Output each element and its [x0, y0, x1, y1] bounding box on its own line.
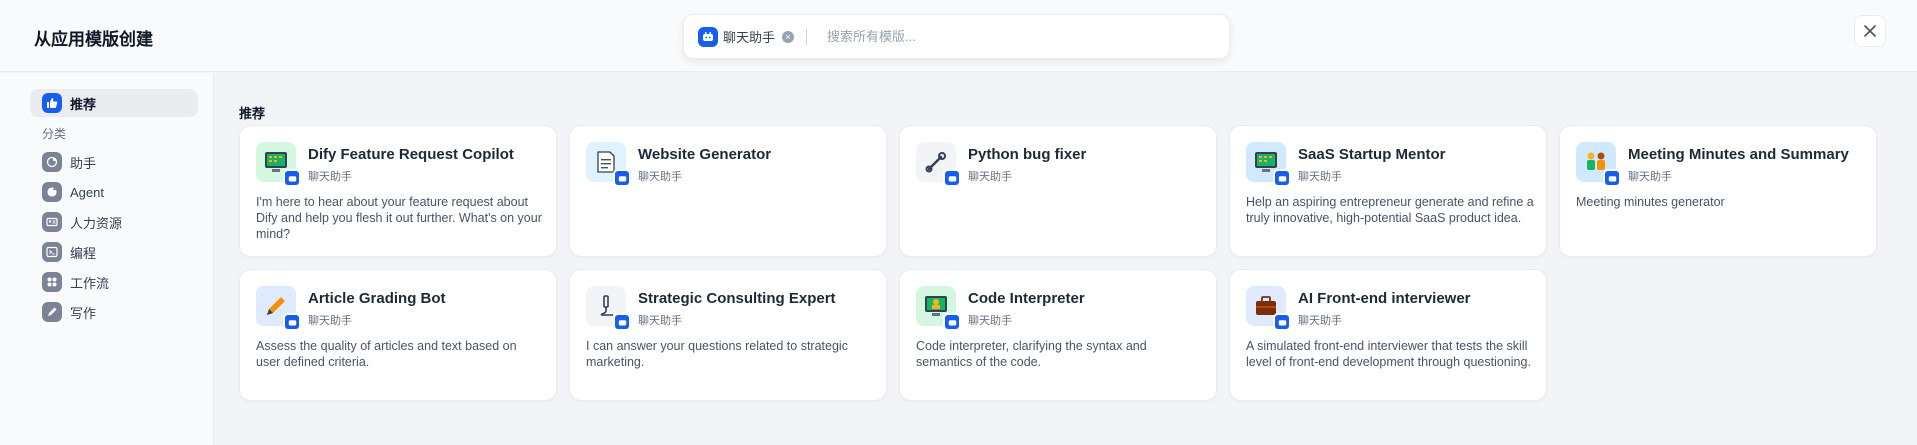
- sidebar-item-assistant[interactable]: 助手: [30, 148, 198, 176]
- template-card-dify-feature-request-copilot[interactable]: Dify Feature Request Copilot 聊天助手 I'm he…: [239, 125, 557, 257]
- card-title: Python bug fixer: [968, 146, 1087, 163]
- card-description: Help an aspiring entrepreneur generate a…: [1246, 195, 1534, 225]
- agent-icon: [42, 182, 62, 202]
- sidebar-item-agent[interactable]: Agent: [30, 178, 198, 206]
- template-card-strategic-consulting-expert[interactable]: Strategic Consulting Expert 聊天助手 I can a…: [569, 269, 887, 401]
- card-description: Assess the quality of articles and text …: [256, 339, 517, 369]
- category-section-label: 分类: [42, 127, 67, 141]
- sidebar-item-label: 写作: [70, 305, 97, 321]
- card-type: 聊天助手: [308, 315, 352, 327]
- card-title: Dify Feature Request Copilot: [308, 146, 514, 163]
- card-title: Strategic Consulting Expert: [638, 290, 836, 307]
- template-gallery: 推荐 Dify Feature Request Copilot 聊天助手 I'm…: [215, 73, 1917, 445]
- sidebar-item-recommended[interactable]: 推荐: [30, 89, 198, 117]
- card-title: Website Generator: [638, 146, 772, 163]
- section-title: 推荐: [239, 106, 266, 121]
- sidebar-item-label: 工作流: [70, 275, 110, 291]
- template-card-meeting-minutes[interactable]: Meeting Minutes and Summary 聊天助手 Meeting…: [1559, 125, 1877, 257]
- close-icon: [1864, 25, 1876, 37]
- card-type: 聊天助手: [638, 315, 682, 327]
- sidebar-item-hr[interactable]: 人力资源: [30, 208, 198, 236]
- filter-chip[interactable]: 聊天助手 ×: [698, 26, 795, 48]
- chat-assistant-icon: [283, 169, 301, 187]
- sidebar-item-writing[interactable]: 写作: [30, 298, 198, 326]
- terminal-icon: [42, 242, 62, 262]
- card-title: SaaS Startup Mentor: [1298, 146, 1446, 163]
- card-description: Meeting minutes generator: [1576, 195, 1725, 209]
- card-title: Code Interpreter: [968, 290, 1085, 307]
- chat-assistant-icon: [698, 26, 718, 47]
- search-input[interactable]: [827, 29, 1208, 44]
- chat-assistant-icon: [1273, 313, 1291, 331]
- search-box[interactable]: 聊天助手 ×: [683, 14, 1230, 59]
- chat-assistant-icon: [613, 169, 631, 187]
- sidebar-item-label: 编程: [70, 245, 97, 261]
- workflow-icon: [42, 272, 62, 292]
- chat-assistant-icon: [283, 313, 301, 331]
- template-card-ai-frontend-interviewer[interactable]: AI Front-end interviewer 聊天助手 A simulate…: [1229, 269, 1547, 401]
- card-type: 聊天助手: [968, 315, 1012, 327]
- chat-assistant-icon: [1603, 169, 1621, 187]
- card-type: 聊天助手: [968, 171, 1012, 183]
- card-description: A simulated front-end interviewer that t…: [1246, 339, 1531, 369]
- card-description: I can answer your questions related to s…: [586, 339, 848, 369]
- sidebar-item-label: 助手: [70, 155, 97, 171]
- card-type: 聊天助手: [1628, 171, 1672, 183]
- clear-filter-icon[interactable]: ×: [782, 30, 795, 43]
- template-card-saas-startup-mentor[interactable]: SaaS Startup Mentor 聊天助手 Help an aspirin…: [1229, 125, 1547, 257]
- filter-chip-label: 聊天助手: [723, 30, 776, 45]
- sidebar: 推荐 分类 助手 Agent 人力资源 编程 工作流 写作: [0, 73, 214, 445]
- template-card-article-grading-bot[interactable]: Article Grading Bot 聊天助手 Assess the qual…: [239, 269, 557, 401]
- hr-icon: [42, 212, 62, 232]
- chat-assistant-icon: [943, 169, 961, 187]
- page-title: 从应用模版创建: [34, 30, 153, 49]
- card-title: Meeting Minutes and Summary: [1628, 146, 1849, 163]
- header: 从应用模版创建 聊天助手 ×: [0, 0, 1917, 72]
- sidebar-item-label: Agent: [70, 184, 104, 200]
- template-card-website-generator[interactable]: Website Generator 聊天助手: [569, 125, 887, 257]
- sidebar-item-workflow[interactable]: 工作流: [30, 268, 198, 296]
- template-card-code-interpreter[interactable]: Code Interpreter 聊天助手 Code interpreter, …: [899, 269, 1217, 401]
- thumbs-up-icon: [42, 93, 62, 113]
- card-description: Code interpreter, clarifying the syntax …: [916, 339, 1147, 369]
- card-type: 聊天助手: [308, 171, 352, 183]
- chat-assistant-icon: [1273, 169, 1291, 187]
- search-divider: [806, 28, 808, 45]
- card-title: Article Grading Bot: [308, 290, 446, 307]
- card-title: AI Front-end interviewer: [1298, 290, 1471, 307]
- sidebar-item-programming[interactable]: 编程: [30, 238, 198, 266]
- sidebar-item-label: 人力资源: [70, 215, 123, 231]
- chat-assistant-icon: [613, 313, 631, 331]
- chat-assistant-icon: [943, 313, 961, 331]
- sidebar-item-label: 推荐: [70, 96, 97, 112]
- pen-icon: [42, 302, 62, 322]
- assistant-icon: [42, 152, 62, 172]
- card-type: 聊天助手: [1298, 315, 1342, 327]
- card-description: I'm here to hear about your feature requ…: [256, 195, 542, 241]
- card-type: 聊天助手: [1298, 171, 1342, 183]
- card-type: 聊天助手: [638, 171, 682, 183]
- close-button[interactable]: [1854, 15, 1886, 47]
- template-card-python-bug-fixer[interactable]: Python bug fixer 聊天助手: [899, 125, 1217, 257]
